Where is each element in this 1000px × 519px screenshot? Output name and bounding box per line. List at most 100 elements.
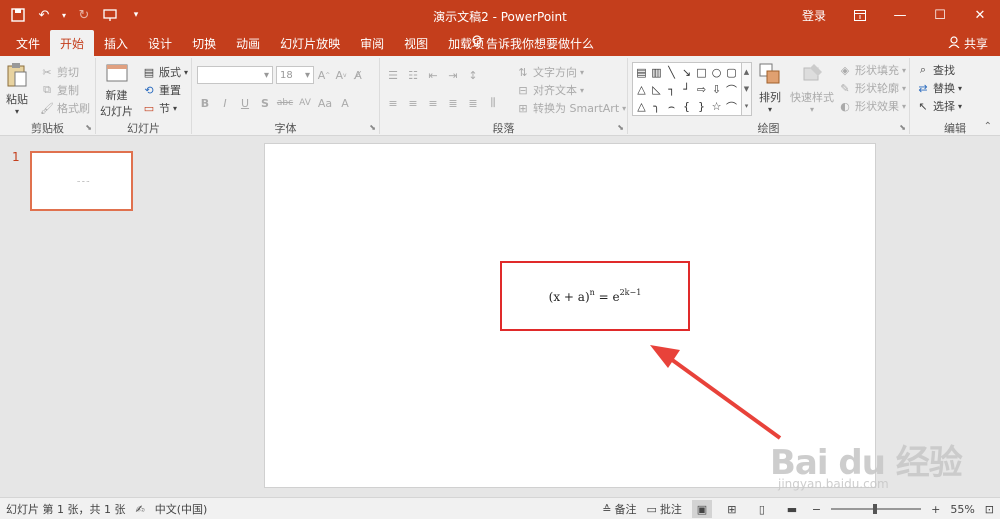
- font-name-select[interactable]: ▾: [197, 66, 273, 84]
- grow-font-icon[interactable]: A ^: [317, 68, 331, 82]
- redo-icon[interactable]: ↻: [74, 5, 94, 25]
- drawing-launcher-icon[interactable]: ⬊: [899, 123, 906, 132]
- paste-dropdown-icon[interactable]: ▾: [15, 107, 19, 116]
- bullets-icon[interactable]: ☰: [386, 68, 400, 82]
- shape-fill-button[interactable]: ◈ 形状填充 ▾: [838, 62, 906, 78]
- increase-indent-icon[interactable]: ⇥: [446, 68, 460, 82]
- columns-icon[interactable]: ⫼: [486, 96, 500, 110]
- text-direction-button[interactable]: ⇅ 文字方向 ▾: [516, 64, 584, 80]
- select-button[interactable]: ↖ 选择 ▾: [916, 98, 962, 114]
- slide-sorter-icon[interactable]: ⊞: [722, 500, 742, 518]
- save-icon[interactable]: [8, 5, 28, 25]
- maximize-icon[interactable]: ☐: [920, 0, 960, 30]
- expand-gallery-icon[interactable]: ▾: [745, 102, 749, 110]
- shapes-gallery-scroll[interactable]: ▲ ▼ ▾: [742, 62, 752, 116]
- align-left-icon[interactable]: ≡: [386, 96, 400, 110]
- paragraph-launcher-icon[interactable]: ⬊: [617, 123, 624, 132]
- arc-shape-icon[interactable]: ╮: [649, 98, 664, 115]
- numbering-icon[interactable]: ☷: [406, 68, 420, 82]
- align-text-button[interactable]: ⊟ 对齐文本 ▾: [516, 82, 584, 98]
- line-shape-icon[interactable]: ╲: [664, 64, 679, 81]
- copy-button[interactable]: ⧉ 复制: [40, 82, 79, 98]
- spellcheck-icon[interactable]: ✍: [135, 503, 144, 516]
- section-button[interactable]: ▭ 节 ▾: [142, 100, 177, 116]
- comments-button[interactable]: ▭ 批注: [646, 501, 681, 517]
- layout-button[interactable]: ▤ 版式 ▾: [142, 64, 188, 80]
- shape-effects-button[interactable]: ◐ 形状效果 ▾: [838, 98, 906, 114]
- smartart-button[interactable]: ⊞ 转换为 SmartArt ▾: [516, 100, 626, 116]
- clipboard-launcher-icon[interactable]: ⬊: [85, 123, 92, 132]
- strikethrough-icon[interactable]: abc: [277, 96, 293, 110]
- chevron-down-icon[interactable]: ▼: [744, 85, 749, 93]
- tab-0[interactable]: 文件: [6, 30, 50, 56]
- triangle-shape-icon[interactable]: △: [634, 81, 649, 98]
- tab-6[interactable]: 幻灯片放映: [270, 30, 350, 56]
- new-slide-button[interactable]: 新建 幻灯片: [100, 62, 133, 119]
- customize-qat-icon[interactable]: ▾: [126, 5, 146, 25]
- more-shape-icon[interactable]: ⌒: [724, 98, 739, 115]
- line-spacing-icon[interactable]: ↕: [466, 68, 480, 82]
- close-icon[interactable]: ✕: [960, 0, 1000, 30]
- tab-2[interactable]: 插入: [94, 30, 138, 56]
- down-arrow-shape-icon[interactable]: ⇩: [709, 81, 724, 98]
- rounded-rect-shape-icon[interactable]: ▢: [724, 64, 739, 81]
- undo-dropdown-icon[interactable]: ▾: [60, 5, 68, 25]
- decrease-indent-icon[interactable]: ⇤: [426, 68, 440, 82]
- tab-8[interactable]: 视图: [394, 30, 438, 56]
- right-arrow-shape-icon[interactable]: ⇨: [694, 81, 709, 98]
- right-triangle-shape-icon[interactable]: ◺: [649, 81, 664, 98]
- align-right-icon[interactable]: ≡: [426, 96, 440, 110]
- char-spacing-icon[interactable]: AV: [298, 96, 312, 110]
- curved-connector-shape-icon[interactable]: ⌢: [664, 98, 679, 115]
- italic-icon[interactable]: I: [218, 96, 232, 110]
- equation-textbox[interactable]: (x + a)n = e2k−1: [500, 261, 690, 331]
- textbox-shape-icon[interactable]: ▤: [634, 64, 649, 81]
- change-case-icon[interactable]: Aa: [318, 96, 332, 110]
- arrange-button[interactable]: 排列 ▾: [758, 62, 782, 114]
- zoom-slider[interactable]: [831, 504, 922, 514]
- rectangle-shape-icon[interactable]: □: [694, 64, 709, 81]
- slide-thumbnail[interactable]: ~ ~ ~: [30, 151, 133, 211]
- slideshow-view-icon[interactable]: ▬: [782, 500, 802, 518]
- vertical-textbox-shape-icon[interactable]: ▥: [649, 64, 664, 81]
- language[interactable]: 中文(中国): [155, 501, 208, 517]
- replace-button[interactable]: ⇄ 替换 ▾: [916, 80, 962, 96]
- arrow-line-shape-icon[interactable]: ↘: [679, 64, 694, 81]
- tell-me-search[interactable]: 告诉我你想要做什么: [472, 30, 594, 56]
- undo-icon[interactable]: ↶: [34, 5, 54, 25]
- share-button[interactable]: 共享: [948, 30, 988, 56]
- elbow-connector-shape-icon[interactable]: ┐: [664, 81, 679, 98]
- ribbon-display-options-icon[interactable]: [840, 0, 880, 30]
- align-center-icon[interactable]: ≡: [406, 96, 420, 110]
- minimize-icon[interactable]: —: [880, 0, 920, 30]
- cut-button[interactable]: ✂ 剪切: [40, 64, 79, 80]
- clear-formatting-icon[interactable]: A̸: [351, 68, 365, 82]
- distributed-icon[interactable]: ≣: [466, 96, 480, 110]
- zoom-in-icon[interactable]: +: [931, 503, 940, 516]
- font-size-select[interactable]: 18 ▾: [276, 66, 314, 84]
- freeform-shape-icon[interactable]: ⌒: [724, 81, 739, 98]
- start-slideshow-icon[interactable]: [100, 5, 120, 25]
- shape-outline-button[interactable]: ✎ 形状轮廓 ▾: [838, 80, 906, 96]
- reading-view-icon[interactable]: ▯: [752, 500, 772, 518]
- collapse-ribbon-icon[interactable]: ⌃: [984, 121, 992, 132]
- reset-button[interactable]: ⟲ 重置: [142, 82, 181, 98]
- zoom-slider-thumb[interactable]: [873, 504, 878, 514]
- format-painter-button[interactable]: 🖌 格式刷: [40, 100, 90, 116]
- tab-3[interactable]: 设计: [138, 30, 182, 56]
- shadow-icon[interactable]: S: [258, 96, 272, 110]
- font-color-icon[interactable]: A: [338, 96, 352, 110]
- tab-5[interactable]: 动画: [226, 30, 270, 56]
- left-brace-shape-icon[interactable]: {: [679, 98, 694, 115]
- tab-1[interactable]: 开始: [50, 30, 95, 56]
- zoom-level[interactable]: 55%: [950, 503, 974, 516]
- paste-button[interactable]: 粘贴 ▾: [6, 62, 28, 116]
- elbow-arrow-shape-icon[interactable]: ┘: [679, 81, 694, 98]
- underline-icon[interactable]: U: [238, 96, 252, 110]
- shrink-font-icon[interactable]: Av: [334, 68, 348, 82]
- justify-icon[interactable]: ≣: [446, 96, 460, 110]
- font-launcher-icon[interactable]: ⬊: [369, 123, 376, 132]
- quick-styles-button[interactable]: 快速样式 ▾: [790, 62, 834, 114]
- tab-4[interactable]: 切换: [182, 30, 226, 56]
- tab-7[interactable]: 审阅: [350, 30, 394, 56]
